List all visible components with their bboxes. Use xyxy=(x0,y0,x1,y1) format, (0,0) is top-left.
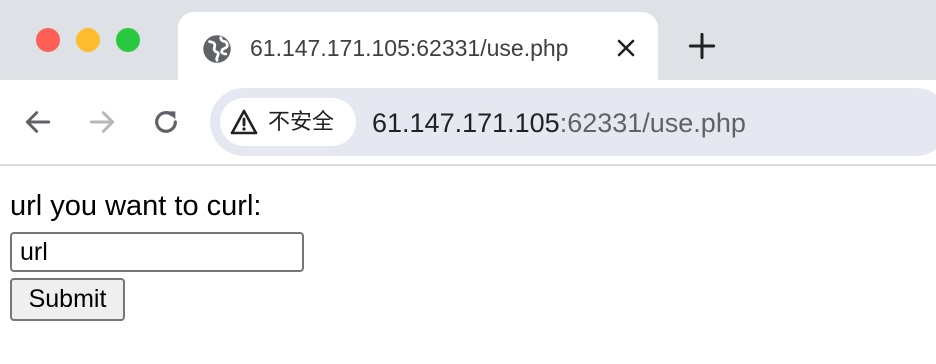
security-chip-label: 不安全 xyxy=(268,109,335,134)
warning-triangle-icon xyxy=(230,109,258,135)
address-bar[interactable]: 不安全 61.147.171.105:62331/use.php xyxy=(210,88,936,156)
close-tab-icon[interactable] xyxy=(614,36,638,60)
page-content: url you want to curl: Submit xyxy=(10,190,304,321)
form-label: url you want to curl: xyxy=(10,190,262,222)
security-chip[interactable]: 不安全 xyxy=(220,98,356,146)
address-url[interactable]: 61.147.171.105:62331/use.php xyxy=(372,107,746,139)
address-path: :62331/use.php xyxy=(559,108,746,138)
back-arrow-icon[interactable] xyxy=(22,106,54,138)
submit-button[interactable]: Submit xyxy=(10,278,125,321)
window-minimize-button[interactable] xyxy=(76,28,100,52)
address-host: 61.147.171.105 xyxy=(372,108,560,138)
window-maximize-button[interactable] xyxy=(116,28,140,52)
forward-arrow-icon[interactable] xyxy=(86,106,118,138)
window-close-button[interactable] xyxy=(36,28,60,52)
browser-tab[interactable]: 61.147.171.105:62331/use.php xyxy=(178,12,658,80)
globe-icon xyxy=(203,35,231,63)
tab-title: 61.147.171.105:62331/use.php xyxy=(250,35,569,61)
url-input[interactable] xyxy=(10,232,304,272)
browser-toolbar: 不安全 61.147.171.105:62331/use.php xyxy=(0,80,936,166)
browser-titlebar: 61.147.171.105:62331/use.php xyxy=(0,0,936,80)
new-tab-button[interactable] xyxy=(688,32,716,60)
reload-icon[interactable] xyxy=(150,106,182,138)
